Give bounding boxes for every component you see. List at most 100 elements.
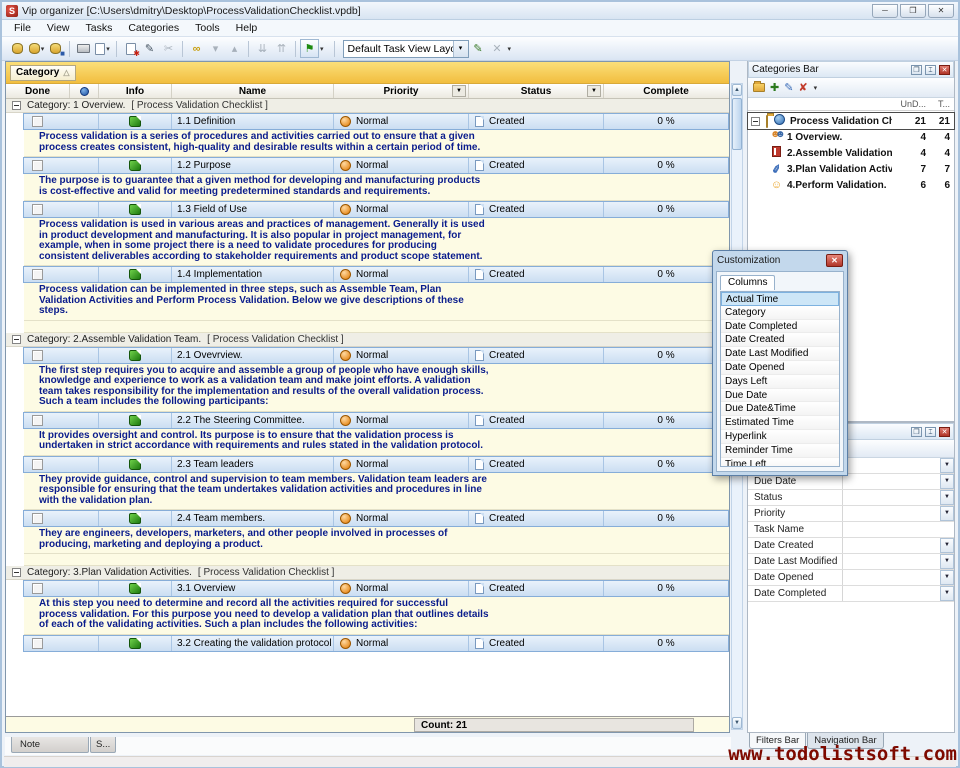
- flag-button[interactable]: ⚑: [300, 39, 319, 58]
- task-row[interactable]: 1.1 DefinitionNormalCreated0 %: [6, 113, 729, 130]
- group-row[interactable]: Category: 3.Plan Validation Activities.[…: [6, 566, 729, 580]
- move-top-button[interactable]: ⇈: [272, 39, 291, 58]
- customization-close-button[interactable]: ✕: [826, 254, 843, 267]
- customization-column-item[interactable]: Category: [721, 306, 839, 320]
- done-checkbox[interactable]: [32, 638, 43, 649]
- done-checkbox[interactable]: [32, 459, 43, 470]
- customization-column-item[interactable]: Date Created: [721, 333, 839, 347]
- menu-categories[interactable]: Categories: [120, 21, 187, 35]
- tree-item-row[interactable]: 2.Assemble Validation Team44: [748, 145, 954, 161]
- layout-combo[interactable]: Default Task View Layout ▾: [343, 40, 469, 58]
- customization-column-item[interactable]: Reminder Time: [721, 444, 839, 458]
- filter-dropdown-button[interactable]: ▼: [940, 570, 954, 585]
- filter-dropdown-button[interactable]: ▼: [940, 506, 954, 521]
- column-header-complete[interactable]: Complete: [604, 84, 728, 98]
- tree-item-row[interactable]: ☺4.Perform Validation.66: [748, 177, 954, 193]
- filter-value-field[interactable]: [843, 490, 940, 505]
- done-checkbox[interactable]: [32, 160, 43, 171]
- column-header-priority-icon[interactable]: [70, 84, 99, 98]
- new-database-button[interactable]: [8, 39, 27, 58]
- collapse-icon[interactable]: [12, 335, 21, 344]
- task-row[interactable]: 1.2 PurposeNormalCreated0 %: [6, 157, 729, 174]
- status-filter-button[interactable]: ▼: [587, 85, 601, 97]
- task-row[interactable]: 3.1 OverviewNormalCreated0 %: [6, 580, 729, 597]
- filter-value-field[interactable]: [843, 458, 940, 473]
- panel-close-icon[interactable]: ✕: [939, 427, 950, 437]
- customization-title-bar[interactable]: Customization ✕: [713, 251, 847, 269]
- filter-value-field[interactable]: [843, 474, 940, 489]
- filter-dropdown-button[interactable]: ▼: [940, 474, 954, 489]
- filter-value-field[interactable]: [843, 570, 940, 585]
- menu-help[interactable]: Help: [228, 21, 266, 35]
- customization-column-item[interactable]: Date Opened: [721, 361, 839, 375]
- customization-column-item[interactable]: Date Last Modified: [721, 347, 839, 361]
- menu-tools[interactable]: Tools: [187, 21, 228, 35]
- new-category-icon[interactable]: [753, 83, 765, 92]
- done-checkbox[interactable]: [32, 269, 43, 280]
- column-header-done[interactable]: Done: [6, 84, 70, 98]
- scroll-up-button[interactable]: ▲: [732, 84, 742, 96]
- done-checkbox[interactable]: [32, 415, 43, 426]
- tab-s[interactable]: S...: [90, 737, 116, 753]
- tree-item-row[interactable]: 1 Overview.44: [748, 129, 954, 145]
- task-row[interactable]: 1.3 Field of UseNormalCreated0 %: [6, 201, 729, 218]
- edit-layout-button[interactable]: ✎: [469, 39, 488, 58]
- collapse-icon[interactable]: [12, 568, 21, 577]
- done-checkbox[interactable]: [32, 116, 43, 127]
- customization-column-item[interactable]: Actual Time: [721, 292, 839, 306]
- task-row[interactable]: 2.4 Team members.NormalCreated0 %: [6, 510, 729, 527]
- new-task-button[interactable]: ✱: [121, 39, 140, 58]
- column-header-name[interactable]: Name: [172, 84, 334, 98]
- task-row[interactable]: 3.2 Creating the validation protocolNorm…: [6, 635, 729, 652]
- minimize-button[interactable]: ─: [872, 4, 898, 18]
- panel-close-icon[interactable]: ✕: [939, 65, 950, 75]
- filter-value-field[interactable]: [843, 586, 940, 601]
- combo-dropdown-button[interactable]: ▾: [453, 41, 468, 57]
- open-database-button[interactable]: ▾: [27, 39, 46, 58]
- column-header-info[interactable]: Info: [99, 84, 172, 98]
- task-row[interactable]: 1.4 ImplementationNormalCreated0 %: [6, 266, 729, 283]
- customization-column-item[interactable]: Time Left: [721, 458, 839, 467]
- menu-file[interactable]: File: [6, 21, 39, 35]
- panel-pin-icon[interactable]: ⌶: [925, 427, 936, 437]
- collapse-icon[interactable]: [751, 117, 760, 126]
- move-down-button[interactable]: ▾: [206, 39, 225, 58]
- customization-column-item[interactable]: Hyperlink: [721, 430, 839, 444]
- customization-columns-tab[interactable]: Columns: [720, 275, 775, 290]
- column-header-status[interactable]: Status▼: [469, 84, 604, 98]
- done-checkbox[interactable]: [32, 204, 43, 215]
- task-row[interactable]: 2.1 Ovevrview.NormalCreated0 %: [6, 347, 729, 364]
- panel-restore-icon[interactable]: ❐: [911, 65, 922, 75]
- delete-task-button[interactable]: ✂: [159, 39, 178, 58]
- tree-item-row[interactable]: ✐3.Plan Validation Activities.77: [748, 161, 954, 177]
- filter-dropdown-button[interactable]: ▼: [940, 538, 954, 553]
- restore-button[interactable]: ❐: [900, 4, 926, 18]
- filter-dropdown-button[interactable]: ▼: [940, 458, 954, 473]
- collapse-icon[interactable]: [12, 101, 21, 110]
- edit-task-button[interactable]: ✎: [140, 39, 159, 58]
- done-checkbox[interactable]: [32, 350, 43, 361]
- customization-column-item[interactable]: Estimated Time: [721, 416, 839, 430]
- filter-value-field[interactable]: [843, 538, 940, 553]
- scrollbar-thumb[interactable]: [732, 98, 742, 150]
- column-header-priority[interactable]: Priority▼: [334, 84, 469, 98]
- priority-filter-button[interactable]: ▼: [452, 85, 466, 97]
- group-row[interactable]: Category: 2.Assemble Validation Team.[ P…: [6, 333, 729, 347]
- filter-dropdown-button[interactable]: ▼: [940, 554, 954, 569]
- tree-root-row[interactable]: Process Validation Checklist2121: [748, 113, 954, 129]
- filter-value-field[interactable]: [843, 506, 940, 521]
- move-bottom-button[interactable]: ⇊: [253, 39, 272, 58]
- menu-view[interactable]: View: [39, 21, 78, 35]
- panel-pin-icon[interactable]: ⌶: [925, 65, 936, 75]
- scroll-down-button[interactable]: ▼: [732, 717, 742, 729]
- menu-tasks[interactable]: Tasks: [78, 21, 121, 35]
- print-button[interactable]: [74, 39, 93, 58]
- delete-category-icon[interactable]: ✘: [798, 81, 807, 94]
- customization-column-item[interactable]: Date Completed: [721, 320, 839, 334]
- task-row[interactable]: 2.2 The Steering Committee.NormalCreated…: [6, 412, 729, 429]
- view-tasks-button[interactable]: ∞: [187, 39, 206, 58]
- print-preview-button[interactable]: ▾: [93, 39, 112, 58]
- task-row[interactable]: 2.3 Team leadersNormalCreated0 %: [6, 456, 729, 473]
- filter-value-field[interactable]: [843, 522, 954, 537]
- group-row[interactable]: Category: 1 Overview.[ Process Validatio…: [6, 99, 729, 113]
